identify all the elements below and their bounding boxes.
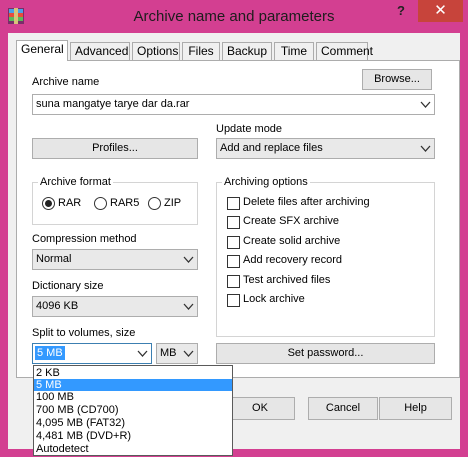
delete-files-checkbox[interactable] (227, 197, 240, 210)
split-volumes-value: 5 MB (35, 346, 65, 360)
zip-radio[interactable] (148, 197, 161, 210)
profiles-button[interactable]: Profiles... (32, 138, 198, 159)
compression-method-select[interactable]: Normal (32, 249, 198, 270)
dropdown-option[interactable]: 4,481 MB (DVD+R) (34, 430, 232, 442)
split-volumes-input[interactable]: 5 MB (32, 343, 152, 364)
browse-button[interactable]: Browse... (362, 69, 432, 90)
update-mode-label: Update mode (216, 123, 283, 135)
archive-name-label: Archive name (32, 76, 100, 88)
dropdown-option-selected[interactable]: 5 MB (34, 379, 232, 391)
rar5-radio[interactable] (94, 197, 107, 210)
tab-time[interactable]: Time (274, 42, 314, 60)
split-volumes-dropdown-list[interactable]: 2 KB 5 MB 100 MB 700 MB (CD700) 4,095 MB… (33, 365, 233, 456)
rar5-radio-label[interactable]: RAR5 (110, 197, 139, 209)
dropdown-option[interactable]: 4,095 MB (FAT32) (34, 417, 232, 429)
split-unit-select[interactable]: MB (156, 343, 198, 364)
lock-archive-checkbox[interactable] (227, 294, 240, 307)
tab-general[interactable]: General (16, 40, 68, 61)
tab-comment[interactable]: Comment (316, 42, 373, 60)
general-tab-panel: Archive name Browse... suna mangatye tar… (16, 60, 460, 378)
dropdown-option[interactable]: 2 KB (34, 367, 232, 379)
dropdown-option[interactable]: Autodetect (34, 443, 232, 455)
dictionary-size-select[interactable]: 4096 KB (32, 296, 198, 317)
help-titlebar-button[interactable]: ? (388, 0, 414, 22)
archive-format-label: Archive format (38, 176, 113, 188)
rar-radio[interactable] (42, 197, 55, 210)
title-bar[interactable]: Archive name and parameters ? ✕ (0, 0, 468, 33)
archiving-options-label: Archiving options (222, 176, 310, 188)
archive-name-value: suna mangatye tarye dar da.rar (36, 98, 190, 110)
radio-selected-dot (45, 200, 52, 207)
test-archived-checkbox[interactable] (227, 275, 240, 288)
create-solid-checkbox[interactable] (227, 236, 240, 249)
chevron-down-icon (183, 256, 194, 263)
test-archived-label[interactable]: Test archived files (243, 274, 330, 286)
close-button[interactable]: ✕ (418, 0, 463, 22)
tab-advanced[interactable]: Advanced (70, 42, 130, 60)
rar-radio-label[interactable]: RAR (58, 197, 81, 209)
compression-method-label: Compression method (32, 233, 137, 245)
dropdown-option[interactable]: 700 MB (CD700) (34, 404, 232, 416)
compression-method-value: Normal (36, 253, 72, 265)
cancel-button[interactable]: Cancel (308, 397, 378, 420)
chevron-down-icon (420, 101, 431, 108)
dropdown-option[interactable]: 100 MB (34, 391, 232, 403)
recovery-record-label[interactable]: Add recovery record (243, 254, 342, 266)
ok-button[interactable]: OK (225, 397, 295, 420)
chevron-down-icon (420, 145, 431, 152)
zip-radio-label[interactable]: ZIP (164, 197, 181, 209)
dictionary-size-label: Dictionary size (32, 280, 104, 292)
split-unit-value: MB (160, 347, 177, 359)
chevron-down-icon (183, 303, 194, 310)
archive-name-input[interactable]: suna mangatye tarye dar da.rar (32, 94, 435, 115)
update-mode-select[interactable]: Add and replace files (216, 138, 435, 159)
chevron-down-icon (137, 350, 148, 357)
tab-files[interactable]: Files (182, 42, 220, 60)
create-solid-label[interactable]: Create solid archive (243, 235, 340, 247)
lock-archive-label[interactable]: Lock archive (243, 293, 305, 305)
help-button[interactable]: Help (379, 397, 452, 420)
update-mode-value: Add and replace files (220, 142, 323, 154)
chevron-down-icon (183, 350, 194, 357)
set-password-button[interactable]: Set password... (216, 343, 435, 364)
recovery-record-checkbox[interactable] (227, 255, 240, 268)
tab-options[interactable]: Options (132, 42, 180, 60)
create-sfx-checkbox[interactable] (227, 216, 240, 229)
dictionary-size-value: 4096 KB (36, 300, 79, 312)
dialog-window: Archive name and parameters ? ✕ General … (0, 0, 468, 457)
tab-backup[interactable]: Backup (222, 42, 272, 60)
split-volumes-label: Split to volumes, size (32, 327, 136, 339)
delete-files-label[interactable]: Delete files after archiving (243, 196, 370, 208)
create-sfx-label[interactable]: Create SFX archive (243, 215, 339, 227)
